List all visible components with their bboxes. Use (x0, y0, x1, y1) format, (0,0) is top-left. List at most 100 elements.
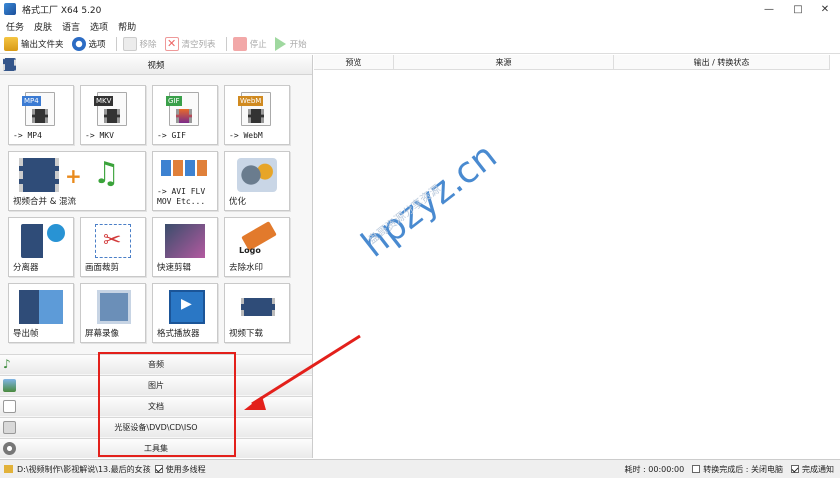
video-tool-grid: MP4 -> MP4 MKV -> MKV GIF -> GIF WebM ->… (8, 85, 298, 351)
export-frames-icon (19, 290, 63, 324)
tile-to-webm[interactable]: WebM -> WebM (224, 85, 290, 145)
merge-film-icon (19, 158, 59, 192)
annotation-arrow (244, 334, 361, 410)
toolbar-separator (115, 36, 117, 51)
scissors-glyph: ✂ (103, 228, 122, 253)
multithread-label: 使用多线程 (165, 464, 206, 474)
mkv-badge: MKV (94, 96, 114, 106)
multithread-checkbox[interactable] (154, 465, 163, 473)
minimize-button[interactable]: — (756, 0, 782, 18)
remove-label: 移除 (139, 39, 157, 50)
options-label: 选项 (88, 39, 106, 50)
window-title: 格式工厂 X64 5.20 (22, 5, 102, 16)
tile-to-mkv[interactable]: MKV -> MKV (80, 85, 146, 145)
tile-to-gif[interactable]: GIF -> GIF (152, 85, 218, 145)
play-icon (274, 36, 286, 51)
stop-button[interactable]: 停止 (232, 35, 267, 53)
tile-format-player[interactable]: ▶ 格式播放器 (152, 283, 218, 343)
menu-task[interactable]: 任务 (6, 20, 24, 33)
elapsed-time: 耗时 : 00:00:00 (624, 464, 685, 474)
tile-screen-record[interactable]: 屏幕录像 (80, 283, 146, 343)
tile-remove-watermark[interactable]: Logo 去除水印 (224, 217, 290, 277)
tile-to-avi-flv-mov[interactable]: -> AVI FLV MOV Etc... (152, 151, 218, 211)
options-button[interactable]: 选项 (71, 35, 106, 53)
output-folder-button[interactable]: 输出文件夹 (4, 35, 64, 53)
reel-icon (47, 224, 65, 242)
tile-splitter[interactable]: 分离器 (8, 217, 74, 277)
video-category-label: 视频 (147, 60, 165, 71)
highlight-box (98, 352, 236, 457)
tile-to-mp4[interactable]: MP4 -> MP4 (8, 85, 74, 145)
start-button[interactable]: 开始 (274, 35, 307, 53)
remove-button[interactable]: 移除 (122, 35, 157, 53)
output-path[interactable]: D:\视频制作\影视解说\13.最后的女孩 (17, 464, 151, 475)
tile-label: -> MKV (85, 131, 114, 140)
output-folder-label: 输出文件夹 (21, 39, 64, 50)
start-label: 开始 (289, 39, 307, 50)
stop-label: 停止 (249, 39, 267, 50)
after-convert-label: 转换完成后 : 关闭电脑 (703, 464, 783, 474)
menu-options[interactable]: 选项 (90, 20, 108, 33)
tile-label: -> WebM (229, 131, 263, 140)
task-list[interactable]: 预览 来源 输出 / 转换状态 (314, 55, 840, 458)
mp4-badge: MP4 (22, 96, 41, 106)
tile-label: 视频合并 & 混流 (13, 197, 77, 207)
column-output-status[interactable]: 输出 / 转换状态 (614, 55, 830, 70)
play-glyph: ▶ (181, 296, 192, 312)
tile-label: 分离器 (13, 263, 39, 273)
tile-crop[interactable]: ✂ 画面裁剪 (80, 217, 146, 277)
column-source[interactable]: 来源 (394, 55, 614, 70)
after-convert-checkbox[interactable] (692, 465, 701, 473)
clear-list-label: 清空列表 (181, 39, 216, 50)
download-icon (241, 298, 275, 316)
plus-icon: + (65, 164, 82, 188)
app-icon (4, 3, 16, 15)
video-category-header[interactable]: 视频 (0, 55, 312, 75)
close-button[interactable]: ✕ (812, 0, 838, 18)
clear-list-icon: ✕ (164, 36, 179, 51)
folder-small-icon (4, 465, 13, 473)
format-icons (161, 160, 209, 176)
menu-bar: 任务 皮肤 语言 选项 帮助 (0, 18, 840, 34)
remove-icon (122, 36, 137, 51)
options-icon (71, 36, 86, 51)
tile-label: 导出帧 (13, 329, 39, 339)
screen-record-icon (97, 290, 131, 324)
quick-clip-icon (165, 224, 205, 258)
menu-skin[interactable]: 皮肤 (34, 20, 52, 33)
tile-quick-clip[interactable]: 快速剪辑 (152, 217, 218, 277)
maximize-button[interactable]: □ (785, 0, 811, 18)
gif-file-icon: GIF (166, 92, 199, 126)
gif-badge: GIF (166, 96, 182, 106)
mp4-file-icon: MP4 (22, 92, 55, 126)
tile-video-merge[interactable]: + ♫ 视频合并 & 混流 (8, 151, 146, 211)
notify-label: 完成通知 (802, 464, 834, 474)
menu-language[interactable]: 语言 (62, 20, 80, 33)
tile-label: 优化 (229, 197, 247, 207)
toolbar: 输出文件夹 选项 移除 ✕ 清空列表 停止 开始 (0, 34, 840, 54)
tile-label: 快速剪辑 (157, 263, 192, 273)
webm-badge: WebM (238, 96, 264, 106)
tile-export-frames[interactable]: 导出帧 (8, 283, 74, 343)
tile-label: -> AVI FLV MOV Etc... (157, 187, 206, 206)
menu-help[interactable]: 帮助 (118, 20, 136, 33)
music-note-icon: ♫ (93, 156, 120, 191)
tile-label: -> MP4 (13, 131, 42, 140)
toolbar-separator (225, 36, 227, 51)
tile-label: 格式播放器 (157, 329, 200, 339)
tile-optimize[interactable]: 优化 (224, 151, 290, 211)
column-preview[interactable]: 预览 (314, 55, 394, 70)
tile-label: 屏幕录像 (85, 329, 120, 339)
stop-icon (232, 36, 247, 51)
gears-icon (237, 158, 277, 192)
status-bar: D:\视频制作\影视解说\13.最后的女孩 使用多线程 耗时 : 00:00:0… (0, 459, 840, 478)
title-bar: 格式工厂 X64 5.20 — □ ✕ (0, 0, 840, 18)
mkv-file-icon: MKV (94, 92, 127, 126)
webm-file-icon: WebM (238, 92, 271, 126)
logo-text-icon: Logo (239, 246, 261, 255)
tile-label: -> GIF (157, 131, 186, 140)
folder-icon (4, 36, 18, 51)
tile-label: 去除水印 (229, 263, 264, 273)
notify-checkbox[interactable] (791, 465, 799, 473)
clear-list-button[interactable]: ✕ 清空列表 (164, 35, 216, 53)
